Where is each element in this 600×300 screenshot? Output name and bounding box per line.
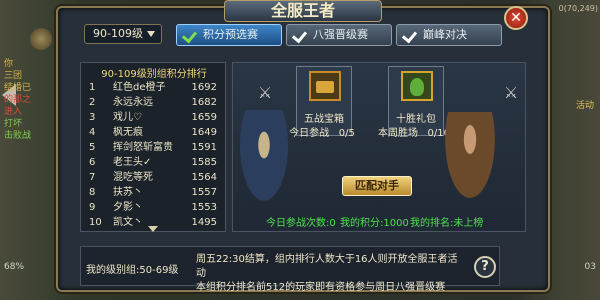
bag-icon xyxy=(401,71,433,101)
chat-line: 结婚已 xyxy=(4,83,32,93)
chat-line: 击败战 xyxy=(4,131,32,141)
player-score: 1585 xyxy=(191,157,217,168)
reward-chest-progress-label: 今日参战 xyxy=(289,128,330,139)
list-item: 4 枫无痕 1649 xyxy=(89,126,223,139)
close-button[interactable]: ✕ xyxy=(504,6,528,30)
player-name: 夕影丶 xyxy=(113,202,143,213)
battery-percent: 68% xyxy=(4,262,25,272)
list-item: 8 扶苏丶 1557 xyxy=(89,186,223,199)
list-item: 6 老王头✓ 1585 xyxy=(89,156,223,169)
reward-chest-name: 五战宝箱 xyxy=(304,114,344,125)
level-dropdown-value: 90-109级 xyxy=(93,27,143,40)
player-name: 戏儿♡ xyxy=(113,112,142,123)
rank-number: 6 xyxy=(89,157,96,168)
notice-line: 周五22:30结算，组内排行人数大于16人则开放全服王者活动 xyxy=(196,254,458,279)
my-points: 我的积分:1000 xyxy=(340,218,409,229)
player-name: 红色de橙子 xyxy=(113,82,166,93)
player-score: 1564 xyxy=(191,172,217,183)
player-score: 1682 xyxy=(191,97,217,108)
player-score: 1557 xyxy=(191,187,217,198)
tab-label: 巅峰对决 xyxy=(423,28,467,41)
player-name: 枫无痕 xyxy=(113,127,143,138)
coordinate-readout: 0(70,249) xyxy=(558,4,598,13)
ranking-title: 90-109级别组积分排行 xyxy=(101,69,207,80)
notice-line: 本组积分排名前512的玩家即有资格参与周日八强晋级赛 xyxy=(196,282,446,293)
check-icon xyxy=(183,28,197,42)
rank-number: 7 xyxy=(89,172,96,183)
help-button[interactable]: ? xyxy=(474,256,496,278)
player-name: 凯文丶 xyxy=(113,217,143,228)
avatar[interactable] xyxy=(30,28,52,50)
rank-number: 4 xyxy=(89,127,96,138)
chat-line: 你 xyxy=(4,59,14,69)
side-number: 03 xyxy=(584,262,596,272)
player-score: 1553 xyxy=(191,202,217,213)
player-score: 1591 xyxy=(191,142,217,153)
tab-label: 积分预选赛 xyxy=(203,28,258,41)
check-icon xyxy=(403,28,417,42)
player-name: 扶苏丶 xyxy=(113,187,143,198)
hero-portrait-left xyxy=(236,110,292,210)
ranking-list[interactable]: 90-109级别组积分排行 1 红色de橙子 1692 2 永远永远 1682 3 戏儿♡… xyxy=(80,62,226,232)
today-join-count: 今日参战次数:0 xyxy=(266,218,336,229)
level-dropdown[interactable]: 90-109级 xyxy=(84,24,162,44)
tab-label: 八强晋级赛 xyxy=(313,28,368,41)
check-icon xyxy=(293,28,307,42)
player-name: 永远永远 xyxy=(113,97,153,108)
rank-number: 3 xyxy=(89,112,96,123)
rules-notice: 周五22:30结算，组内排行人数大于16人则开放全服王者活动 本组积分排名前51… xyxy=(196,253,466,295)
player-score: 1692 xyxy=(191,82,217,93)
list-item: 7 混吃等死 1564 xyxy=(89,171,223,184)
player-score: 1659 xyxy=(191,112,217,123)
chest-icon xyxy=(309,71,341,101)
list-item: 5 挥剑怒斩富贵 1591 xyxy=(89,141,223,154)
hero-portrait-right xyxy=(440,112,500,210)
reward-chest-progress: 今日参战 0/5 xyxy=(282,124,362,139)
list-item: 3 戏儿♡ 1659 xyxy=(89,111,223,124)
match-opponent-button[interactable]: 匹配对手 xyxy=(342,176,412,196)
my-rank: 我的排名:未上榜 xyxy=(410,218,484,229)
my-group-label: 我的级别组:50-69级 xyxy=(86,265,179,276)
tab-top8[interactable]: 八强晋级赛 xyxy=(286,24,392,46)
world-chat: 你 三团 结婚已 的那之 进入 打坏 击败战 xyxy=(4,58,60,142)
chat-line: 的那之 xyxy=(4,95,32,105)
tab-points-prelim[interactable]: 积分预选赛 xyxy=(176,24,282,46)
tab-final[interactable]: 巅峰对决 xyxy=(396,24,502,46)
player-name: 挥剑怒斩富贵 xyxy=(113,142,173,153)
list-item: 1 红色de橙子 1692 xyxy=(89,81,223,94)
rank-number: 9 xyxy=(89,202,96,213)
chat-line: 打坏 xyxy=(4,119,23,129)
reward-bag-progress-label: 本周胜场 xyxy=(377,128,418,139)
reward-chest-progress-value: 0/5 xyxy=(338,128,355,139)
rank-number: 2 xyxy=(89,97,96,108)
rank-number: 1 xyxy=(89,82,96,93)
crossed-swords-icon: ⚔ xyxy=(257,83,273,102)
list-item: 9 夕影丶 1553 xyxy=(89,201,223,214)
crossed-swords-icon: ⚔ xyxy=(503,83,519,102)
chevron-down-icon xyxy=(147,31,155,37)
list-item: 2 永远永远 1682 xyxy=(89,96,223,109)
rank-number: 10 xyxy=(89,217,102,228)
chat-line: 三团 xyxy=(4,71,23,81)
player-name: 混吃等死 xyxy=(113,172,153,183)
panel-title: 全服王者 xyxy=(224,0,382,22)
rank-number: 5 xyxy=(89,142,96,153)
player-name: 老王头✓ xyxy=(113,157,152,168)
player-score: 1649 xyxy=(191,127,217,138)
chat-line: 进入 xyxy=(4,107,23,117)
player-score: 1495 xyxy=(191,217,217,228)
rank-number: 8 xyxy=(89,187,96,198)
activity-label[interactable]: 活动 xyxy=(576,98,594,111)
